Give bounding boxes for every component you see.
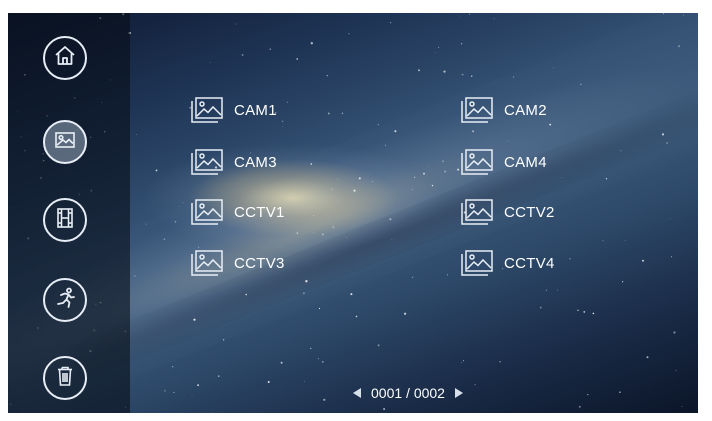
sidebar [8, 13, 130, 413]
folder-item-cctv1[interactable]: CCTV1 [190, 197, 285, 227]
screen: CAM1 CAM2 CAM3 CAM4 CCTV1 CCTV2 CCTV3 CC… [8, 13, 698, 413]
next-page-arrow-icon[interactable] [454, 388, 463, 398]
image-folder-icon [190, 198, 224, 226]
image-folder-icon [460, 198, 494, 226]
page-indicator: 0001 / 0002 [371, 385, 445, 401]
galaxy-dust-lane [66, 75, 698, 383]
film-icon [52, 205, 78, 236]
image-folder-icon [190, 96, 224, 124]
image-folder-icon [460, 148, 494, 176]
folder-label: CCTV4 [504, 254, 555, 272]
folder-label: CCTV2 [504, 203, 555, 221]
home-icon [52, 43, 78, 74]
folder-item-cctv3[interactable]: CCTV3 [190, 248, 285, 278]
folder-item-cam2[interactable]: CAM2 [460, 95, 547, 125]
image-folder-icon [190, 249, 224, 277]
motion-icon [52, 285, 78, 316]
folder-item-cctv4[interactable]: CCTV4 [460, 248, 555, 278]
folder-item-cam4[interactable]: CAM4 [460, 147, 547, 177]
motion-record-button[interactable] [43, 278, 87, 322]
folder-label: CAM3 [234, 153, 277, 171]
image-folder-icon [460, 249, 494, 277]
delete-button[interactable] [43, 356, 87, 400]
picture-icon [52, 127, 78, 158]
picture-button[interactable] [43, 120, 87, 164]
folder-item-cam3[interactable]: CAM3 [190, 147, 277, 177]
folder-label: CAM1 [234, 101, 277, 119]
pagination: 0001 / 0002 [353, 383, 463, 403]
folder-label: CCTV3 [234, 254, 285, 272]
folder-item-cctv2[interactable]: CCTV2 [460, 197, 555, 227]
home-button[interactable] [43, 36, 87, 80]
folder-label: CCTV1 [234, 203, 285, 221]
folder-item-cam1[interactable]: CAM1 [190, 95, 277, 125]
folder-label: CAM4 [504, 153, 547, 171]
trash-icon [52, 363, 78, 394]
video-button[interactable] [43, 198, 87, 242]
image-folder-icon [190, 148, 224, 176]
image-folder-icon [460, 96, 494, 124]
folder-label: CAM2 [504, 101, 547, 119]
prev-page-arrow-icon[interactable] [353, 388, 361, 398]
